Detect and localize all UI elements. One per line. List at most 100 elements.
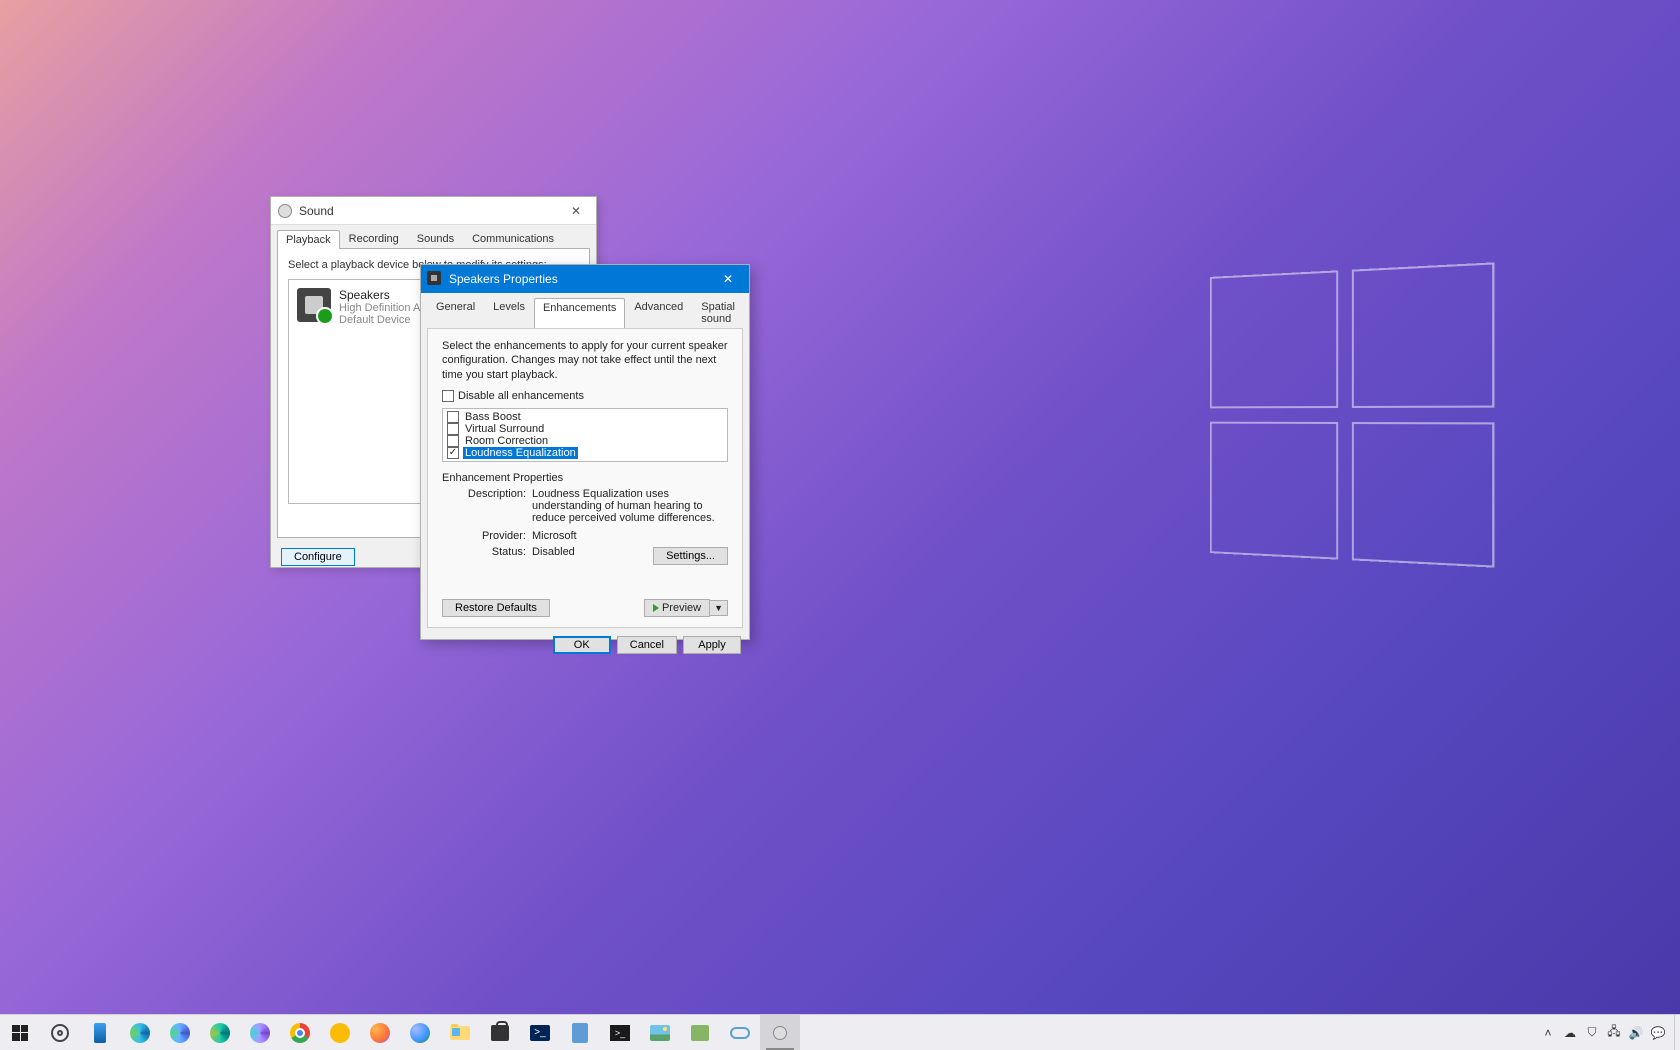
speaker-icon — [427, 271, 443, 287]
taskbar-edge-canary[interactable] — [240, 1015, 280, 1050]
tab-advanced[interactable]: Advanced — [625, 297, 692, 328]
tab-playback[interactable]: Playback — [277, 230, 340, 249]
status-value: Disabled — [532, 546, 575, 558]
start-button[interactable] — [0, 1015, 40, 1050]
enh-loudness-equalization[interactable]: Loudness Equalization — [447, 447, 723, 459]
task-icon — [691, 1025, 709, 1041]
taskbar-chrome-canary[interactable] — [320, 1015, 360, 1050]
powershell-icon: >_ — [530, 1025, 550, 1041]
taskbar-firefox[interactable] — [360, 1015, 400, 1050]
tab-communications[interactable]: Communications — [463, 229, 563, 248]
edge-dev-icon — [210, 1023, 230, 1043]
status-label: Status: — [462, 546, 532, 558]
sound-dialog-title: Sound — [299, 204, 556, 218]
desc-label: Description: — [462, 488, 532, 524]
enhancement-properties-heading: Enhancement Properties — [442, 472, 728, 484]
tab-levels[interactable]: Levels — [484, 297, 534, 328]
restore-defaults-button[interactable]: Restore Defaults — [442, 599, 550, 617]
close-button[interactable]: ✕ — [707, 265, 749, 293]
tab-recording[interactable]: Recording — [340, 229, 408, 248]
disable-all-checkbox[interactable] — [442, 390, 454, 402]
tab-sounds[interactable]: Sounds — [408, 229, 463, 248]
checkbox[interactable] — [447, 423, 459, 435]
enhancements-panel: Select the enhancements to apply for you… — [427, 328, 743, 628]
tray-overflow-chevron[interactable]: ˄ — [1540, 1025, 1556, 1041]
tray-network-icon[interactable]: 🖧 — [1606, 1025, 1622, 1041]
device-name: Speakers — [339, 288, 426, 302]
sound-dialog-titlebar[interactable]: Sound ✕ — [271, 197, 596, 225]
tray-action-center-icon[interactable]: 💬 — [1650, 1025, 1666, 1041]
edge-canary-icon — [250, 1023, 270, 1043]
notes-icon — [572, 1023, 588, 1043]
close-button[interactable]: ✕ — [556, 197, 596, 225]
desc-value: Loudness Equalization uses understanding… — [532, 488, 722, 524]
system-tray: ˄ ☁ ⛉ 🖧 🔊 💬 — [1532, 1015, 1674, 1050]
taskbar-chrome[interactable] — [280, 1015, 320, 1050]
show-desktop-button[interactable] — [1674, 1015, 1680, 1050]
sound-tabs: Playback Recording Sounds Communications — [271, 225, 596, 248]
taskbar-edge-beta[interactable] — [160, 1015, 200, 1050]
taskbar-edge[interactable] — [120, 1015, 160, 1050]
device-status: Default Device — [339, 314, 426, 326]
configure-button[interactable]: Configure — [281, 548, 355, 566]
checkbox[interactable] — [447, 447, 459, 459]
store-icon — [491, 1025, 509, 1041]
taskbar-photos[interactable] — [640, 1015, 680, 1050]
taskbar-settings[interactable] — [40, 1015, 80, 1050]
cancel-button[interactable]: Cancel — [617, 636, 677, 654]
tab-general[interactable]: General — [427, 297, 484, 328]
taskbar-edge-dev[interactable] — [200, 1015, 240, 1050]
settings-button[interactable]: Settings... — [653, 547, 728, 565]
apply-button[interactable]: Apply — [683, 636, 741, 654]
preview-button-group: Preview ▼ — [644, 599, 728, 617]
edge-icon — [130, 1023, 150, 1043]
disable-all-row[interactable]: Disable all enhancements — [442, 390, 728, 402]
preview-button[interactable]: Preview — [644, 599, 710, 617]
props-dialog-titlebar[interactable]: Speakers Properties ✕ — [421, 265, 749, 293]
taskbar-terminal[interactable]: >_ — [600, 1015, 640, 1050]
enhancements-list[interactable]: Bass Boost Virtual Surround Room Correct… — [442, 408, 728, 462]
checkbox[interactable] — [447, 435, 459, 447]
taskbar-left: >_ >_ — [0, 1015, 800, 1050]
taskbar-store[interactable] — [480, 1015, 520, 1050]
enh-bass-boost[interactable]: Bass Boost — [447, 411, 723, 423]
terminal-icon: >_ — [610, 1025, 630, 1041]
firefox-icon — [370, 1023, 390, 1043]
enh-room-correction[interactable]: Room Correction — [447, 435, 723, 447]
cloud-icon — [730, 1027, 750, 1039]
ok-button[interactable]: OK — [553, 636, 611, 654]
taskbar-sound-control-panel[interactable] — [760, 1015, 800, 1050]
firefox-nightly-icon — [410, 1023, 430, 1043]
checkbox[interactable] — [447, 411, 459, 423]
preview-dropdown-button[interactable]: ▼ — [710, 600, 728, 616]
edge-beta-icon — [170, 1023, 190, 1043]
tab-enhancements[interactable]: Enhancements — [534, 298, 625, 329]
tray-onedrive-icon[interactable]: ☁ — [1562, 1025, 1578, 1041]
taskbar-onedrive[interactable] — [720, 1015, 760, 1050]
taskbar: >_ >_ ˄ ☁ ⛉ 🖧 🔊 💬 — [0, 1014, 1680, 1050]
gear-icon — [51, 1024, 69, 1042]
windows-logo-watermark — [1210, 262, 1494, 567]
taskbar-file-explorer[interactable] — [440, 1015, 480, 1050]
speaker-device-icon — [297, 288, 331, 322]
taskbar-notes[interactable] — [560, 1015, 600, 1050]
props-dialog-footer: OK Cancel Apply — [421, 628, 749, 662]
taskbar-firefox-nightly[interactable] — [400, 1015, 440, 1050]
disable-all-label: Disable all enhancements — [458, 390, 584, 402]
enh-virtual-surround[interactable]: Virtual Surround — [447, 423, 723, 435]
phone-icon — [94, 1023, 106, 1043]
taskbar-task[interactable] — [680, 1015, 720, 1050]
provider-value: Microsoft — [532, 530, 577, 542]
taskbar-right: ˄ ☁ ⛉ 🖧 🔊 💬 — [1532, 1015, 1680, 1050]
taskbar-powershell[interactable]: >_ — [520, 1015, 560, 1050]
sound-cpl-icon — [773, 1026, 787, 1040]
tray-security-icon[interactable]: ⛉ — [1584, 1025, 1600, 1041]
speakers-properties-dialog: Speakers Properties ✕ General Levels Enh… — [420, 264, 750, 640]
tab-spatial-sound[interactable]: Spatial sound — [692, 297, 744, 328]
taskbar-phone[interactable] — [80, 1015, 120, 1050]
device-driver: High Definition Au — [339, 302, 426, 314]
play-icon — [653, 604, 659, 612]
tray-volume-icon[interactable]: 🔊 — [1628, 1025, 1644, 1041]
chrome-icon — [290, 1023, 310, 1043]
speaker-icon — [277, 203, 293, 219]
